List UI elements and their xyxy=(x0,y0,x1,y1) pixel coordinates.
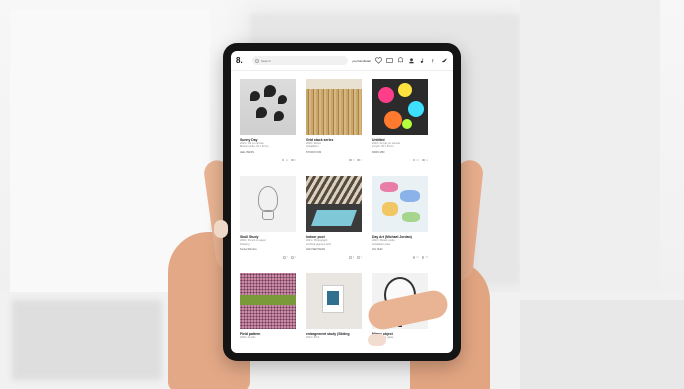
artwork-thumbnail[interactable] xyxy=(306,79,362,135)
artwork-card[interactable]: enlargement study (Sliding 2021 / Print xyxy=(306,273,362,339)
artwork-info: 2021 / Print xyxy=(306,336,320,340)
search-bar[interactable] xyxy=(252,56,349,65)
artwork-card[interactable]: Day Art (Michael Jordan) 2022 / Mixed me… xyxy=(372,176,428,259)
background-frame xyxy=(520,0,660,300)
heart-icon xyxy=(283,256,286,259)
artist-name[interactable]: LEE JIWON xyxy=(240,151,296,154)
artwork-medium: Archival pigment print xyxy=(306,242,331,246)
view-count: 11 xyxy=(422,159,428,162)
view-count: 15 xyxy=(421,256,428,259)
like-count[interactable]: 9 xyxy=(349,256,354,259)
app-logo[interactable]: 8. xyxy=(236,56,248,65)
eye-icon xyxy=(291,256,294,259)
search-input[interactable] xyxy=(261,58,321,63)
background-object xyxy=(12,300,162,380)
heart-icon xyxy=(412,256,416,259)
artwork-card[interactable]: Skull Study 2019 / Pencil on paper Drawi… xyxy=(240,176,296,259)
heart-icon[interactable] xyxy=(375,57,382,64)
like-count[interactable]: 31 xyxy=(412,256,419,259)
like-count[interactable]: 24 xyxy=(412,158,419,162)
view-count: 2 xyxy=(291,256,296,259)
view-count: 3 xyxy=(357,159,362,162)
bell-icon[interactable] xyxy=(397,57,404,64)
eye-icon xyxy=(421,256,425,259)
view-count: 8 xyxy=(291,159,296,162)
heart-icon xyxy=(349,256,352,259)
music-icon[interactable] xyxy=(419,57,426,64)
artwork-thumbnail[interactable] xyxy=(306,273,362,330)
artwork-thumbnail[interactable] xyxy=(372,79,428,135)
artwork-medium: Acrylic, 50 x 50 cm xyxy=(372,145,394,149)
artwork-thumbnail[interactable] xyxy=(306,176,362,233)
eye-icon xyxy=(357,158,360,162)
view-count: 4 xyxy=(357,256,362,259)
eye-icon xyxy=(422,158,425,162)
artwork-card[interactable]: Sunny Day 2021 / Oil on canvas Mixed med… xyxy=(240,79,296,162)
artwork-card[interactable]: Untitled 2022 / Acrylic on canvas Acryli… xyxy=(372,79,428,162)
artwork-card[interactable]: Field pattern 2020 / Acrylic xyxy=(240,273,296,339)
svg-text:f: f xyxy=(432,59,434,64)
like-count[interactable]: 5 xyxy=(349,159,354,162)
artwork-thumbnail[interactable] xyxy=(240,176,296,233)
user-icon[interactable] xyxy=(408,57,415,64)
artwork-card[interactable]: Grid stack series 2020 / Wood Installati… xyxy=(306,79,362,162)
heart-icon xyxy=(349,158,352,162)
username-link[interactable]: yourhandlelab xyxy=(352,59,371,63)
artwork-medium: Installation view xyxy=(372,242,391,246)
like-count[interactable]: 7 xyxy=(283,256,288,259)
artist-name[interactable]: Kenta Shimizu xyxy=(240,248,296,251)
artwork-thumbnail[interactable] xyxy=(372,176,428,233)
artwork-medium: Mixed media, 40 x 30 cm xyxy=(240,145,269,149)
right-thumb-nail xyxy=(368,334,386,346)
artist-name[interactable]: OH JIHO xyxy=(372,248,428,251)
artwork-card[interactable]: Indoor pool 2021 / Photograph Archival p… xyxy=(306,176,362,259)
eye-icon xyxy=(357,256,360,259)
artwork-medium: Installation xyxy=(306,145,319,149)
artist-name[interactable]: PARK MIN xyxy=(372,151,428,154)
artwork-medium: Drawing xyxy=(240,242,250,246)
left-thumbnail-nail xyxy=(214,220,228,238)
artist-name[interactable]: STUDIO KIM xyxy=(306,151,362,154)
heart-icon xyxy=(281,158,285,162)
heart-icon xyxy=(412,158,416,162)
artist-name[interactable]: HAN SEOYEON xyxy=(306,248,362,251)
twitter-icon[interactable] xyxy=(441,57,448,64)
search-icon xyxy=(255,58,259,63)
facebook-icon[interactable]: f xyxy=(430,57,437,64)
artwork-thumbnail[interactable] xyxy=(240,79,296,135)
artwork-info: 2020 / Acrylic xyxy=(240,336,256,340)
app-header: 8. yourhandlelab f xyxy=(231,51,453,71)
image-icon[interactable] xyxy=(386,57,393,64)
background-floor xyxy=(520,300,684,389)
like-count[interactable]: 12 xyxy=(281,158,288,162)
artwork-thumbnail[interactable] xyxy=(240,273,296,330)
eye-icon xyxy=(291,158,294,162)
